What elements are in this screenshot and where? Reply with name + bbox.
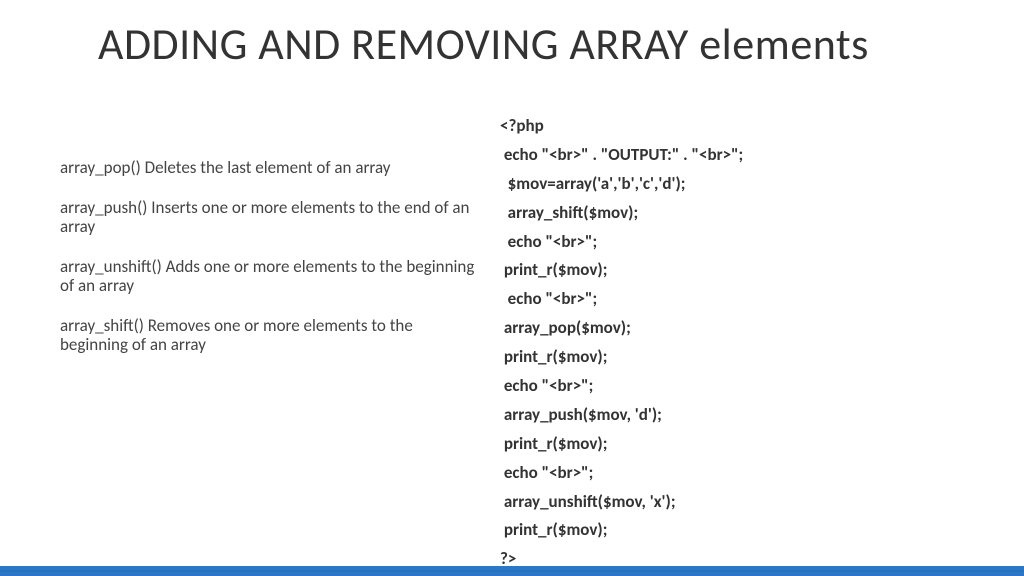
bottom-accent-bar [0, 566, 1024, 576]
code-line: $mov=array('a','b','c','d'); [500, 170, 970, 199]
code-line: <?php [500, 112, 970, 141]
code-line: print_r($mov); [500, 256, 970, 285]
code-line: print_r($mov); [500, 430, 970, 459]
code-line: echo "<br>"; [500, 459, 970, 488]
function-row: array_shift() Removes one or more elemen… [60, 316, 480, 355]
slide-title: ADDING AND REMOVING ARRAY elements [98, 20, 869, 69]
code-line: array_shift($mov); [500, 199, 970, 228]
code-block: <?php echo "<br>" . "OUTPUT:" . "<br>"; … [500, 112, 970, 574]
function-row: array_unshift() Adds one or more element… [60, 257, 480, 296]
code-line: echo "<br>"; [500, 285, 970, 314]
function-row: array_push() Inserts one or more element… [60, 198, 480, 237]
function-list: array_pop() Deletes the last element of … [60, 158, 480, 375]
code-line: echo "<br>"; [500, 228, 970, 257]
code-line: print_r($mov); [500, 343, 970, 372]
code-line: print_r($mov); [500, 516, 970, 545]
code-line: echo "<br>"; [500, 372, 970, 401]
code-line: array_push($mov, 'd'); [500, 401, 970, 430]
code-line: array_pop($mov); [500, 314, 970, 343]
code-line: echo "<br>" . "OUTPUT:" . "<br>"; [500, 141, 970, 170]
code-line: array_unshift($mov, 'x'); [500, 488, 970, 517]
function-row: array_pop() Deletes the last element of … [60, 158, 480, 178]
